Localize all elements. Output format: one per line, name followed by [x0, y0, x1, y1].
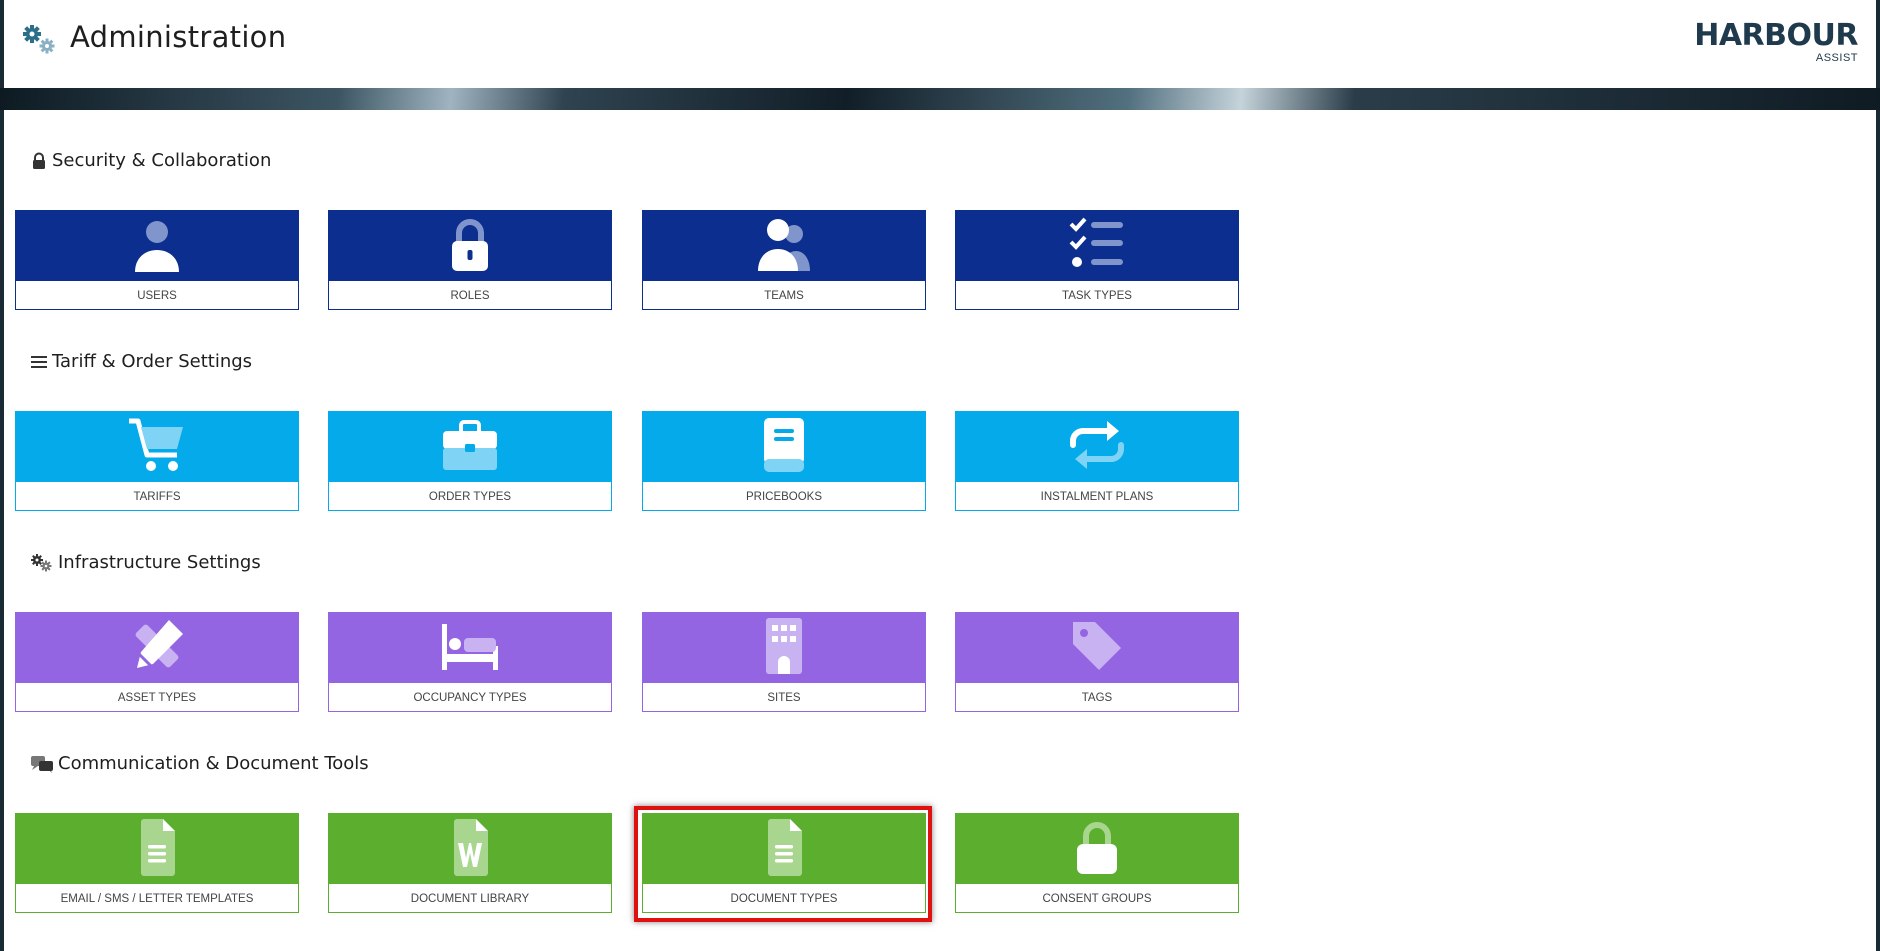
- tile-label: SITES: [767, 692, 801, 704]
- tile-asset-types[interactable]: ASSET TYPES: [15, 612, 299, 712]
- briefcase-icon: [440, 415, 500, 480]
- file-word-icon: [440, 817, 500, 882]
- background-banner: [0, 88, 1880, 110]
- tile-order-types[interactable]: ORDER TYPES: [328, 411, 612, 511]
- repeat-icon: [1067, 415, 1127, 480]
- harbour-logo[interactable]: HARBOUR ASSIST: [1694, 18, 1858, 64]
- book-icon: [754, 415, 814, 480]
- page-title: Administration: [70, 20, 287, 54]
- admin-content: Security & Collaboration USERS ROLES TEA…: [4, 110, 1876, 951]
- tile-label: USERS: [137, 290, 177, 302]
- bed-icon: [440, 616, 500, 681]
- tile-tags[interactable]: TAGS: [955, 612, 1239, 712]
- tile-email-sms-letter-templates[interactable]: EMAIL / SMS / LETTER TEMPLATES: [15, 813, 299, 913]
- tile-tariffs[interactable]: TARIFFS: [15, 411, 299, 511]
- pencil-ruler-icon: [127, 616, 187, 681]
- section-title-security: Security & Collaboration: [30, 150, 271, 171]
- cart-icon: [127, 415, 187, 480]
- lock-icon: [30, 152, 48, 170]
- tile-pricebooks[interactable]: PRICEBOOKS: [642, 411, 926, 511]
- tile-task-types[interactable]: TASK TYPES: [955, 210, 1239, 310]
- section-title-infrastructure: Infrastructure Settings: [30, 552, 261, 573]
- tile-consent-groups[interactable]: CONSENT GROUPS: [955, 813, 1239, 913]
- tile-instalment-plans[interactable]: INSTALMENT PLANS: [955, 411, 1239, 511]
- selection-highlight: [634, 806, 932, 922]
- tile-label: TEAMS: [764, 290, 804, 302]
- gears-icon: [30, 553, 54, 572]
- tile-label: TAGS: [1081, 692, 1113, 704]
- tile-label: TARIFFS: [133, 491, 181, 503]
- tile-label: INSTALMENT PLANS: [1040, 491, 1154, 503]
- team-icon: [754, 214, 814, 279]
- tile-label: ROLES: [450, 290, 490, 302]
- page-header: Administration HARBOUR ASSIST: [4, 0, 1876, 88]
- tile-teams[interactable]: TEAMS: [642, 210, 926, 310]
- tile-label: ORDER TYPES: [428, 491, 512, 503]
- open-lock-icon: [1067, 817, 1127, 882]
- tile-document-library[interactable]: DOCUMENT LIBRARY: [328, 813, 612, 913]
- building-icon: [754, 616, 814, 681]
- checklist-icon: [1067, 214, 1127, 279]
- tile-roles[interactable]: ROLES: [328, 210, 612, 310]
- logo-subtext: ASSIST: [1815, 52, 1858, 64]
- gears-icon: [20, 24, 60, 56]
- user-icon: [127, 214, 187, 279]
- tile-label: EMAIL / SMS / LETTER TEMPLATES: [60, 893, 254, 905]
- list-icon: [30, 353, 48, 371]
- padlock-icon: [440, 214, 500, 279]
- section-title-tariff: Tariff & Order Settings: [30, 351, 252, 372]
- tile-sites[interactable]: SITES: [642, 612, 926, 712]
- section-title-communication: Communication & Document Tools: [30, 753, 369, 774]
- logo-text: HARBOUR: [1694, 18, 1858, 53]
- comments-icon: [30, 755, 54, 773]
- tag-icon: [1067, 616, 1127, 681]
- tile-label: CONSENT GROUPS: [1042, 893, 1152, 905]
- tile-label: DOCUMENT LIBRARY: [410, 893, 530, 905]
- tile-label: TASK TYPES: [1062, 290, 1132, 302]
- file-lines-icon: [127, 817, 187, 882]
- tile-label: PRICEBOOKS: [745, 491, 823, 503]
- tile-users[interactable]: USERS: [15, 210, 299, 310]
- tile-label: OCCUPANCY TYPES: [413, 692, 527, 704]
- tile-occupancy-types[interactable]: OCCUPANCY TYPES: [328, 612, 612, 712]
- tile-label: ASSET TYPES: [117, 692, 197, 704]
